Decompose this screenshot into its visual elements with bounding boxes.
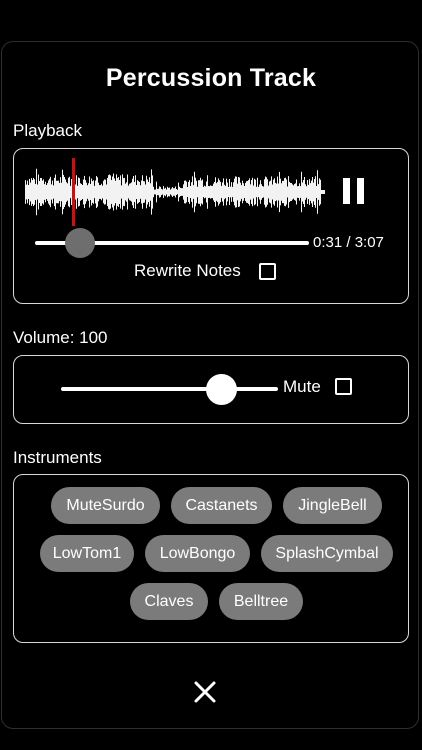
volume-slider-thumb[interactable] <box>206 374 238 405</box>
close-icon <box>194 681 216 703</box>
instrument-chip-lowbongo[interactable]: LowBongo <box>145 535 250 572</box>
volume-slider[interactable] <box>61 387 278 391</box>
instruments-section-label: Instruments <box>13 448 102 467</box>
instrument-chip-castanets[interactable]: Castanets <box>171 487 272 524</box>
rewrite-notes-label: Rewrite Notes <box>134 261 241 280</box>
mute-checkbox[interactable] <box>335 378 352 395</box>
instrument-chip-jinglebell[interactable]: JingleBell <box>283 487 382 524</box>
waveform[interactable] <box>25 158 325 226</box>
instrument-chip-lowtom1[interactable]: LowTom1 <box>40 535 134 572</box>
rewrite-notes-checkbox[interactable] <box>259 263 276 280</box>
playhead-marker <box>72 158 75 226</box>
playback-section-label: Playback <box>13 121 82 140</box>
volume-section-label: Volume: 100 <box>13 328 108 347</box>
instrument-chip-belltree[interactable]: Belltree <box>219 583 303 620</box>
instrument-chip-mutesurdo[interactable]: MuteSurdo <box>51 487 160 524</box>
mute-label: Mute <box>283 377 321 396</box>
playback-time: 0:31 / 3:07 <box>313 234 384 251</box>
instrument-chip-splashcymbal[interactable]: SplashCymbal <box>261 535 393 572</box>
page-title: Percussion Track <box>105 64 317 92</box>
close-button[interactable] <box>191 678 219 706</box>
pause-button[interactable] <box>340 176 370 206</box>
instrument-chip-claves[interactable]: Claves <box>130 583 208 620</box>
